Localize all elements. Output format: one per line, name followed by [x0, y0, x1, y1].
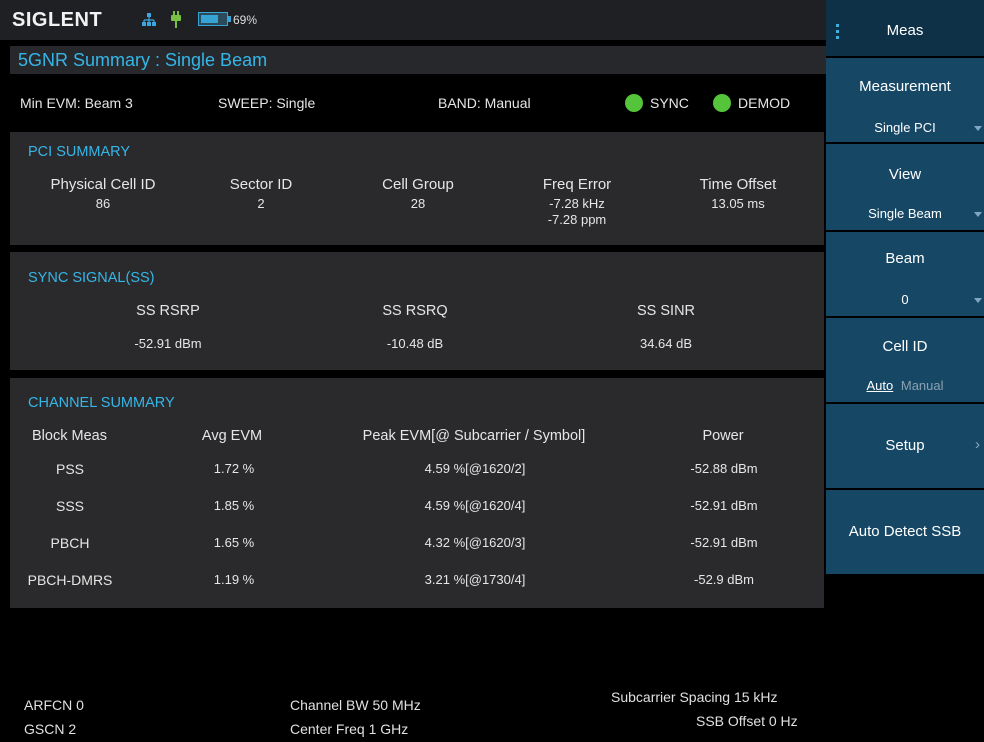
power-header: Power: [702, 428, 744, 444]
table-row-peak-evm: 4.59 %[@1620/2]: [424, 461, 526, 476]
gscn-readout: GSCN 2: [24, 721, 77, 737]
page-title: 5GNR Summary : Single Beam: [18, 50, 268, 70]
beam-value: 0: [901, 292, 909, 307]
table-row-avg-evm: 1.85 %: [213, 498, 255, 513]
ss-rsrq-value: -10.48 dB: [386, 336, 444, 351]
setup-softkey[interactable]: Setup ›: [826, 404, 984, 488]
physical-cell-id-value: 86: [95, 196, 111, 211]
view-softkey[interactable]: View Single Beam: [826, 144, 984, 230]
sweep-status: SWEEP: Single: [218, 95, 316, 111]
sync-label: SYNC: [650, 95, 689, 111]
physical-cell-id-label: Physical Cell ID: [50, 176, 156, 193]
ss-rsrp-label: SS RSRP: [136, 303, 200, 319]
sector-id-value: 2: [257, 196, 265, 211]
ss-rsrq-label: SS RSRQ: [382, 303, 448, 319]
table-row-block: PBCH: [50, 535, 90, 551]
table-row-power: -52.9 dBm: [694, 572, 754, 587]
sector-id-label: Sector ID: [229, 176, 293, 193]
view-label: View: [888, 166, 922, 183]
battery-percent: 69%: [233, 13, 258, 27]
auto-detect-ssb-label: Auto Detect SSB: [848, 523, 962, 540]
freq-error-ppm-value: -7.28 ppm: [547, 212, 607, 227]
demod-indicator-icon: [713, 94, 731, 112]
channel-bw-readout: Channel BW 50 MHz: [290, 697, 421, 713]
channel-summary-title: CHANNEL SUMMARY: [28, 395, 175, 411]
sync-signal-panel: SYNC SIGNAL(SS) SS RSRP -52.91 dBm SS RS…: [10, 252, 824, 370]
freq-error-label: Freq Error: [542, 176, 612, 193]
min-evm-status: Min EVM: Beam 3: [20, 95, 133, 111]
auto-detect-ssb-softkey[interactable]: Auto Detect SSB: [826, 490, 984, 574]
table-row-avg-evm: 1.19 %: [213, 572, 255, 587]
avg-evm-header: Avg EVM: [201, 428, 263, 444]
meas-menu-title: Meas: [886, 22, 924, 39]
pci-summary-title: PCI SUMMARY: [28, 144, 131, 160]
cell-id-options: Auto Manual: [826, 378, 984, 393]
time-offset-value: 13.05 ms: [711, 196, 765, 211]
center-freq-readout: Center Freq 1 GHz: [290, 721, 409, 737]
cell-group-label: Cell Group: [382, 176, 454, 193]
battery-tip: [228, 16, 231, 22]
table-row-power: -52.91 dBm: [690, 498, 758, 513]
ss-sinr-value: 34.64 dB: [639, 336, 693, 351]
block-meas-header: Block Meas: [32, 428, 107, 444]
cell-id-label: Cell ID: [882, 338, 928, 355]
cell-group-value: 28: [410, 196, 426, 211]
power-plug-icon: [171, 11, 181, 28]
demod-label: DEMOD: [738, 95, 791, 111]
ss-sinr-label: SS SINR: [636, 303, 696, 319]
measurement-title-bar: 5GNR Summary : Single Beam: [10, 46, 826, 74]
softkey-menu: Meas Measurement Single PCI View Single …: [826, 0, 984, 742]
table-row-peak-evm: 4.59 %[@1620/4]: [424, 498, 526, 513]
measurement-label: Measurement: [859, 78, 951, 95]
table-row-peak-evm: 3.21 %[@1730/4]: [424, 572, 526, 587]
cell-id-softkey[interactable]: Cell ID Auto Manual: [826, 318, 984, 402]
dropdown-caret-icon: [974, 126, 982, 131]
table-row-block: SSS: [55, 498, 85, 514]
time-offset-label: Time Offset: [699, 176, 777, 193]
subcarrier-spacing-readout: Subcarrier Spacing 15 kHz: [611, 689, 778, 705]
table-row-power: -52.88 dBm: [690, 461, 758, 476]
arfcn-readout: ARFCN 0: [24, 697, 84, 713]
meas-menu-header[interactable]: Meas: [826, 0, 984, 56]
network-icon: [142, 13, 156, 26]
table-row-avg-evm: 1.65 %: [213, 535, 255, 550]
beam-label: Beam: [885, 250, 925, 267]
peak-evm-header: Peak EVM[@ Subcarrier / Symbol]: [362, 428, 586, 444]
setup-label: Setup: [885, 437, 925, 454]
battery-fill: [201, 15, 218, 23]
top-status-bar: SIGLENT 69%: [0, 0, 826, 40]
table-row-block: PBCH-DMRS: [27, 572, 113, 588]
channel-summary-panel: CHANNEL SUMMARY Block Meas Avg EVM Peak …: [10, 378, 824, 608]
sync-indicator-icon: [625, 94, 643, 112]
view-value: Single Beam: [868, 206, 942, 221]
dropdown-caret-icon: [974, 212, 982, 217]
cell-id-auto-option[interactable]: Auto: [866, 378, 893, 393]
measurement-softkey[interactable]: Measurement Single PCI: [826, 58, 984, 142]
cell-id-manual-option[interactable]: Manual: [901, 378, 944, 393]
status-row: Min EVM: Beam 3 SWEEP: Single BAND: Manu…: [10, 80, 826, 126]
dropdown-caret-icon: [974, 298, 982, 303]
freq-error-khz-value: -7.28 kHz: [549, 196, 605, 211]
ssb-offset-readout: SSB Offset 0 Hz: [696, 713, 798, 729]
brand-logo: SIGLENT: [12, 9, 103, 31]
ss-rsrp-value: -52.91 dBm: [134, 336, 202, 351]
pci-summary-panel: PCI SUMMARY Physical Cell ID 86 Sector I…: [10, 132, 824, 245]
table-row-peak-evm: 4.32 %[@1620/3]: [424, 535, 526, 550]
chevron-right-icon: ›: [975, 436, 980, 453]
battery-icon: [198, 12, 231, 26]
table-row-block: PSS: [55, 461, 85, 477]
table-row-power: -52.91 dBm: [690, 535, 758, 550]
band-status: BAND: Manual: [438, 95, 531, 111]
table-row-avg-evm: 1.72 %: [213, 461, 255, 476]
beam-softkey[interactable]: Beam 0: [826, 232, 984, 316]
measurement-value: Single PCI: [874, 120, 936, 135]
sync-signal-title: SYNC SIGNAL(SS): [28, 270, 155, 286]
